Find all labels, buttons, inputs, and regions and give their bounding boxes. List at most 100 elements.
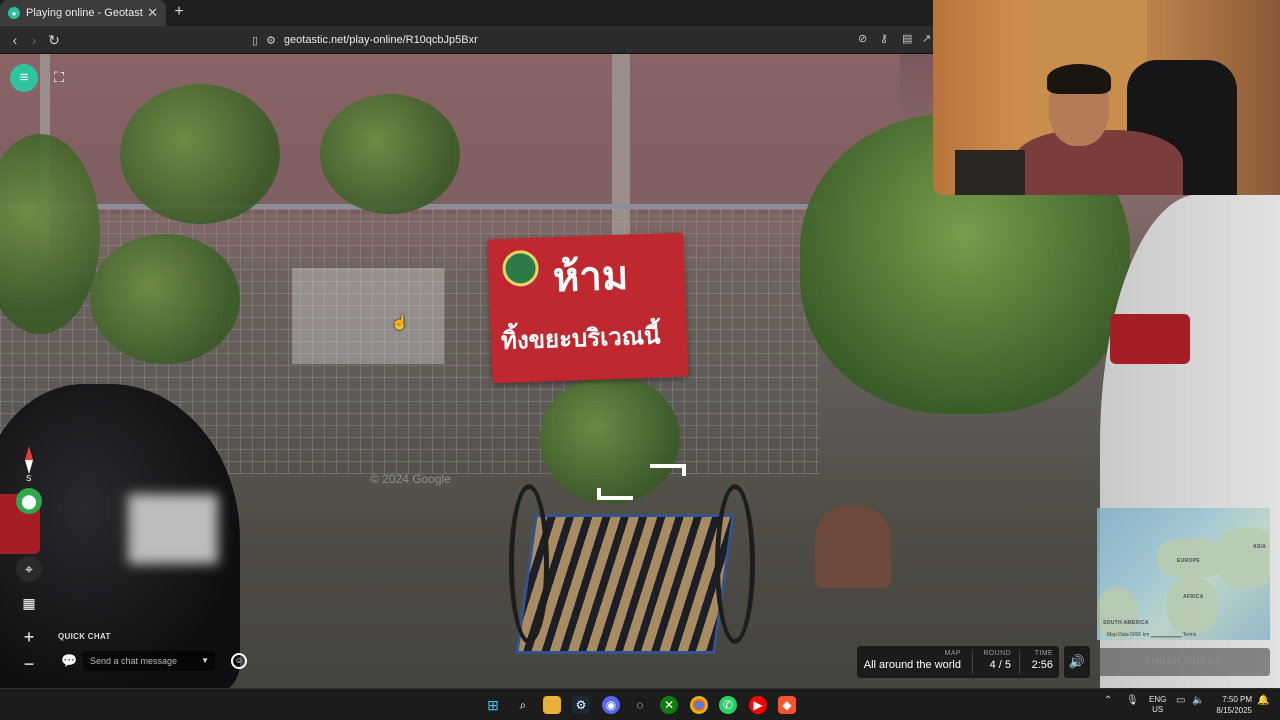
clock-date: 8/15/2025 [1216,706,1252,715]
sound-toggle-icon[interactable]: 🔊 [1064,646,1090,678]
map-label: MAP [944,650,961,657]
map-info: MAP All around the world [863,650,961,671]
whatsapp-icon[interactable]: ✆ [719,696,737,714]
reload-button[interactable]: ↻ [44,30,64,50]
streamer-body [1013,130,1183,195]
map-attribution: Map Data 5000 km ▁▁▁▁▁▁▁▁ Terms [1107,632,1197,638]
tree-stump [815,506,891,588]
tracking-off-icon[interactable]: ⊘ [858,32,867,45]
map-label-europe: EUROPE [1177,558,1200,564]
cart-wheel [715,484,755,644]
sign-line-2: ทิ้งขยะบริเวณนี้ [500,321,661,356]
tab-title: Playing online - Geotastic [26,7,144,19]
steam-icon[interactable]: ⚙ [572,696,590,714]
share-icon[interactable]: ↗ [922,32,931,45]
grid-view-icon[interactable]: ▦ [16,590,42,616]
system-clock[interactable]: 7:50 PM 8/15/2025 [1208,694,1252,716]
place-marker-icon[interactable]: ⬤ [16,488,42,514]
chevron-down-icon[interactable]: ▼ [201,651,209,671]
sign-logo [501,249,540,287]
back-button[interactable]: ‹ [5,30,25,50]
compass-south-needle [25,460,33,474]
chat-bubble-icon: 💬 [61,653,78,668]
url-text[interactable]: geotastic.net/play-online/R10qcbJp5Bxr [284,34,478,46]
navigation-arrow-icon[interactable] [650,464,686,476]
zoom-out-button[interactable]: − [18,653,40,675]
zoom-in-button[interactable]: + [18,626,40,648]
divider [1019,650,1020,674]
finish-guess-button[interactable]: FINISH GUESS [1097,648,1270,676]
hand-cursor-icon: ☝ [391,314,409,330]
map-landmass [1097,588,1137,638]
xbox-icon[interactable]: ✕ [660,696,678,714]
fullscreen-icon[interactable]: ⛶ [50,68,68,86]
notification-icon[interactable]: 🔔 [1257,695,1269,706]
tab-geotastic[interactable]: ● Playing online - Geotastic ✕ [0,0,166,26]
map-label-south-america: SOUTH AMERICA [1103,620,1149,626]
blurred-plate [128,494,218,564]
hand-cart [505,484,760,674]
sign-line-1: ห้าม [552,252,629,302]
chat-message-input[interactable]: Send a chat message ▼ [83,651,215,671]
compass-south-label: S [26,474,32,483]
webcam-overlay [933,0,1280,195]
windows-taskbar: ⊞ ⌕ ⚙ ◉ ◌ ✕ ✆ ▶ ◆ ⌃ 🎙 ENG US ▭ 🔈 7:50 PM… [0,688,1280,720]
streamer-hair [1047,64,1111,94]
volume-icon[interactable]: 🔈 [1192,695,1204,706]
network-icon[interactable]: ▭ [1176,695,1185,706]
plant [320,94,460,214]
game-menu-button[interactable]: ≡ [10,64,38,92]
discord-icon[interactable]: ◉ [602,696,620,714]
site-info-icon[interactable]: ⚙ [266,34,276,47]
compass-icon[interactable] [16,446,42,476]
search-icon[interactable]: ⌕ [514,696,532,714]
new-tab-button[interactable]: + [170,3,188,21]
blurred-region [292,268,444,364]
quick-chat-label: QUICK CHAT [58,632,111,641]
round-label: ROUND [983,650,1011,657]
address-bar[interactable]: ▯ ⚙ geotastic.net/play-online/R10qcbJp5B… [244,29,934,51]
file-explorer-icon[interactable] [543,696,561,714]
plant [90,234,240,364]
return-to-start-icon[interactable]: ⌖ [16,556,42,582]
plant [540,374,680,504]
divider [972,650,973,674]
chat-placeholder: Send a chat message [90,656,178,666]
forward-button[interactable]: › [24,30,44,50]
language-indicator[interactable]: ENG US [1149,695,1166,715]
microphone-icon[interactable]: 🎙 [1126,695,1139,706]
reader-mode-icon[interactable]: ▤ [902,32,912,45]
language-code: ENG [1149,695,1167,704]
round-value: 4 / 5 [989,659,1011,671]
tray-overflow-icon[interactable]: ⌃ [1104,695,1112,706]
game-info-panel: MAP All around the world ROUND 4 / 5 TIM… [857,646,1059,678]
map-label-asia: ASIA [1253,544,1267,550]
navigation-arrow-icon[interactable] [597,488,633,500]
map-value: All around the world [863,659,961,671]
password-key-icon[interactable]: ⚷ [880,32,888,45]
brave-icon[interactable]: ◆ [778,696,796,714]
time-value: 2:56 [1031,659,1053,671]
taillight [1110,314,1190,364]
bookmark-icon[interactable]: ▯ [252,34,258,47]
windows-start-icon[interactable]: ⊞ [484,696,502,714]
clock-time: 7:50 PM [1222,695,1252,704]
guess-minimap[interactable]: EUROPE AFRICA ASIA SOUTH AMERICA Map Dat… [1097,508,1270,640]
round-info: ROUND 4 / 5 [977,650,1011,671]
cart-wheel [509,484,549,644]
emoji-icon[interactable]: ☺ [231,653,247,669]
plant [120,84,280,224]
chrome-icon[interactable] [690,696,708,714]
app-icon[interactable]: ◌ [631,696,649,714]
red-prohibition-sign: ห้าม ทิ้งขยะบริเวณนี้ [487,232,689,384]
keyboard-layout: US [1152,705,1164,714]
street-view-watermark: © 2024 Google [370,472,451,486]
geotastic-favicon-icon: ● [8,7,20,19]
youtube-music-icon[interactable]: ▶ [749,696,767,714]
time-info: TIME 2:56 [1023,650,1053,671]
tab-close-icon[interactable]: ✕ [147,5,158,21]
map-label-africa: AFRICA [1183,594,1204,600]
map-landmass [1167,578,1217,633]
microphone [955,150,1025,195]
compass-north-needle [25,446,33,460]
